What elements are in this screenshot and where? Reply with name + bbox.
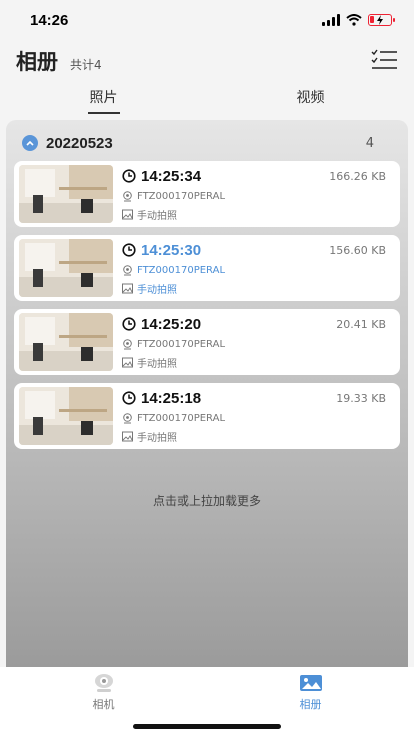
clock-icon — [122, 317, 136, 331]
capture-type: 手动拍照 — [137, 358, 177, 370]
total-count: 共计4 — [70, 57, 102, 72]
photo-thumbnail[interactable] — [19, 239, 113, 297]
photo-time: 14:25:30 — [141, 241, 202, 259]
wifi-icon — [346, 14, 362, 26]
gallery-icon — [299, 675, 322, 691]
tab-camera-label: 相机 — [92, 698, 115, 711]
photo-info: 14:25:18 19.33 KB FTZ000170PERAL 手动拍照 — [122, 387, 386, 447]
group-date: 20220523 — [46, 134, 113, 152]
device-id: FTZ000170PERAL — [137, 264, 226, 276]
status-icons — [322, 14, 395, 26]
device-id: FTZ000170PERAL — [137, 412, 226, 424]
signal-icon — [322, 14, 340, 26]
gallery-content: 20220523 4 14:25:34 166.26 KB FTZ000170P… — [6, 120, 408, 667]
device-id: FTZ000170PERAL — [137, 338, 226, 350]
file-size: 19.33 KB — [336, 391, 386, 405]
list-menu-icon[interactable] — [370, 49, 398, 71]
group-count: 4 — [365, 135, 374, 151]
photo-time: 14:25:18 — [141, 389, 202, 407]
page-title: 相册 — [16, 50, 58, 74]
status-time: 14:26 — [30, 11, 69, 29]
file-size: 166.26 KB — [329, 169, 386, 183]
collapse-icon[interactable] — [22, 135, 38, 151]
photo-card[interactable]: 14:25:34 166.26 KB FTZ000170PERAL 手动拍照 — [14, 161, 400, 227]
media-tabs: 照片 视频 — [0, 82, 414, 116]
photo-time: 14:25:20 — [141, 315, 202, 333]
date-group-header[interactable]: 20220523 4 — [6, 120, 408, 166]
image-icon — [122, 209, 133, 219]
file-size: 20.41 KB — [336, 317, 386, 331]
camera-device-icon — [123, 190, 132, 201]
home-indicator — [133, 724, 281, 729]
clock-icon — [122, 169, 136, 183]
photo-info: 14:25:34 166.26 KB FTZ000170PERAL 手动拍照 — [122, 165, 386, 225]
photo-info: 14:25:20 20.41 KB FTZ000170PERAL 手动拍照 — [122, 313, 386, 373]
photo-card[interactable]: 14:25:20 20.41 KB FTZ000170PERAL 手动拍照 — [14, 309, 400, 375]
clock-icon — [122, 391, 136, 405]
photo-thumbnail[interactable] — [19, 165, 113, 223]
camera-device-icon — [123, 412, 132, 423]
photo-thumbnail[interactable] — [19, 313, 113, 371]
tab-videos[interactable]: 视频 — [207, 82, 414, 116]
load-more-text[interactable]: 点击或上拉加载更多 — [0, 492, 414, 509]
camera-device-icon — [123, 338, 132, 349]
image-icon — [122, 283, 133, 293]
battery-icon — [368, 14, 395, 26]
tab-photos[interactable]: 照片 — [0, 82, 207, 116]
header: 相册 共计4 — [0, 40, 414, 82]
image-icon — [122, 357, 133, 367]
capture-type: 手动拍照 — [137, 210, 177, 222]
photo-time: 14:25:34 — [141, 167, 202, 185]
capture-type: 手动拍照 — [137, 284, 177, 296]
camera-icon — [94, 674, 113, 692]
image-icon — [122, 431, 133, 441]
photo-card[interactable]: 14:25:18 19.33 KB FTZ000170PERAL 手动拍照 — [14, 383, 400, 449]
photo-thumbnail[interactable] — [19, 387, 113, 445]
photo-card[interactable]: 14:25:30 156.60 KB FTZ000170PERAL 手动拍照 — [14, 235, 400, 301]
photo-info: 14:25:30 156.60 KB FTZ000170PERAL 手动拍照 — [122, 239, 386, 299]
tab-gallery-label: 相册 — [299, 698, 322, 711]
clock-icon — [122, 243, 136, 257]
camera-device-icon — [123, 264, 132, 275]
status-bar: 14:26 — [0, 0, 414, 40]
capture-type: 手动拍照 — [137, 432, 177, 444]
device-id: FTZ000170PERAL — [137, 190, 226, 202]
file-size: 156.60 KB — [329, 243, 386, 257]
